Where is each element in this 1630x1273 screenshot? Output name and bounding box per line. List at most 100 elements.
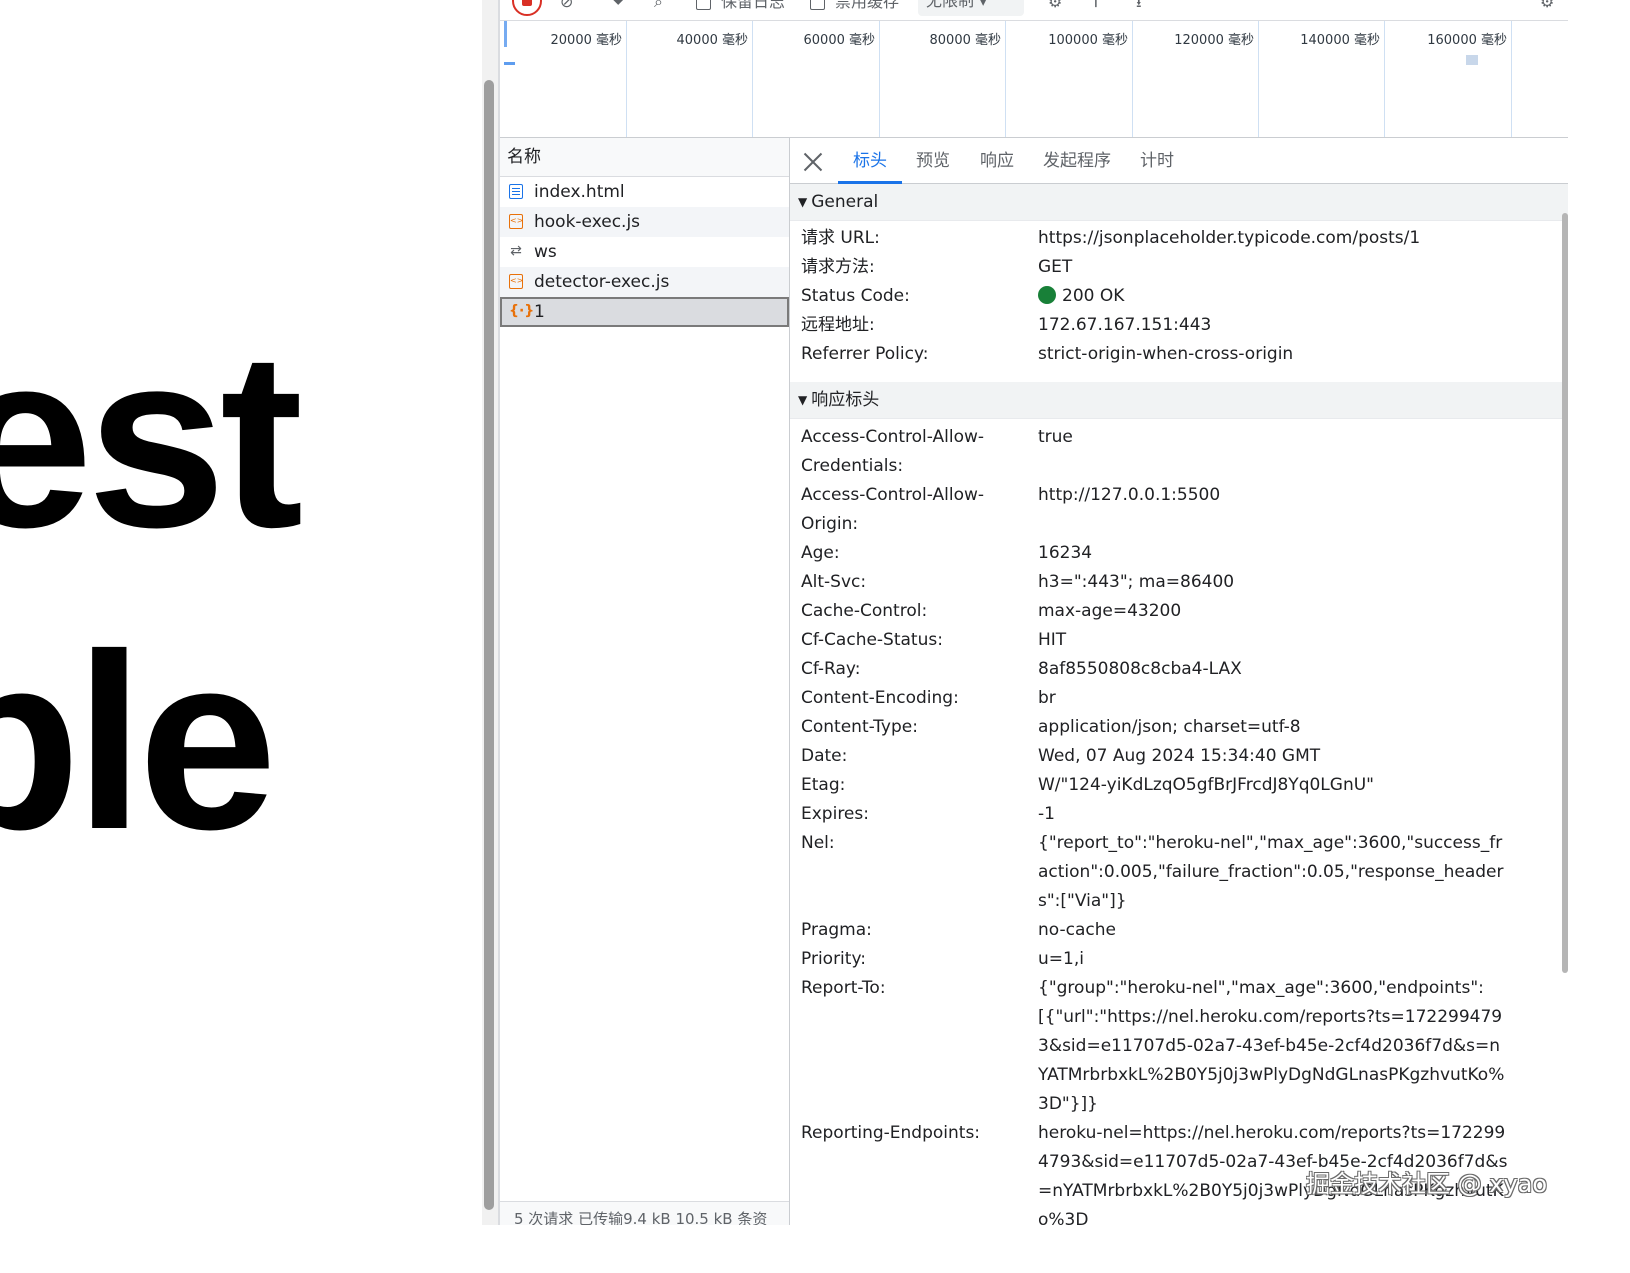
clear-icon[interactable]: ⊘ xyxy=(560,0,573,14)
timeline-tick-label: 100000 毫秒 xyxy=(1048,33,1128,48)
header-row: 远程地址: 172.67.167.151:443 xyxy=(790,311,1568,340)
header-value[interactable]: Wed, 07 Aug 2024 15:34:40 GMT xyxy=(1038,742,1508,771)
header-row: Nel: {"report_to":"heroku-nel","max_age":… xyxy=(790,829,1568,916)
header-row: Cache-Control: max-age=43200 xyxy=(790,597,1568,626)
response-headers-section-title: 响应标头 xyxy=(811,390,880,410)
export-har-icon[interactable]: ⭳ xyxy=(1136,0,1142,14)
column-header-name[interactable]: 名称 xyxy=(500,138,789,177)
header-value[interactable]: {"group":"heroku-nel","max_age":3600,"en… xyxy=(1038,974,1508,1119)
timeline-tick-label: 20000 毫秒 xyxy=(550,33,623,48)
request-row-detector-exec-js[interactable]: <> detector-exec.js xyxy=(500,267,789,297)
header-row: Expires: -1 xyxy=(790,800,1568,829)
tab-response[interactable]: 响应 xyxy=(968,138,1026,183)
header-name: Age: xyxy=(801,543,840,563)
page-scrollbar-thumb[interactable] xyxy=(484,80,494,1210)
network-overview-timeline[interactable]: 20000 毫秒 40000 毫秒 60000 毫秒 80000 毫秒 100000 毫… xyxy=(500,21,1568,138)
page-heading-word-1: est xyxy=(0,300,303,579)
header-name: Access-Control-Allow-Credentials: xyxy=(801,427,985,476)
general-section-body: 请求 URL: https://jsonplaceholder.typicode.… xyxy=(790,221,1568,382)
timeline-tick-label: 120000 毫秒 xyxy=(1174,33,1254,48)
header-name: Report-To: xyxy=(801,978,886,998)
websocket-icon: ⇄ xyxy=(510,243,522,259)
header-value[interactable]: max-age=43200 xyxy=(1038,597,1508,626)
preserve-log-checkbox[interactable]: 保留日志 xyxy=(696,0,785,14)
status-code-text: 200 OK xyxy=(1062,286,1125,306)
tab-headers[interactable]: 标头 xyxy=(838,138,902,184)
tab-initiator[interactable]: 发起程序 xyxy=(1038,138,1116,183)
tab-preview[interactable]: 预览 xyxy=(904,138,962,183)
request-row-ws[interactable]: ⇄ ws xyxy=(500,237,789,267)
checkbox-icon[interactable] xyxy=(696,0,711,10)
header-value[interactable]: {"report_to":"heroku-nel","max_age":3600… xyxy=(1038,829,1508,916)
header-value[interactable]: no-cache xyxy=(1038,916,1508,945)
watermark-text: 掘金技术社区 @ xyao xyxy=(1306,1170,1548,1198)
header-value[interactable]: 8af8550808c8cba4-LAX xyxy=(1038,655,1508,684)
header-name: Content-Encoding: xyxy=(801,688,959,708)
header-value[interactable]: https://jsonplaceholder.typicode.com/pos… xyxy=(1038,224,1508,253)
header-value[interactable]: h3=":443"; ma=86400 xyxy=(1038,568,1508,597)
header-value[interactable]: true xyxy=(1038,423,1508,481)
header-row: Age: 16234 xyxy=(790,539,1568,568)
details-scrollbar-thumb[interactable] xyxy=(1562,213,1568,973)
page-scrollbar[interactable] xyxy=(482,0,498,1225)
request-name: hook-exec.js xyxy=(534,212,641,232)
tab-timing[interactable]: 计时 xyxy=(1128,138,1186,183)
header-name: 远程地址: xyxy=(801,315,875,335)
response-headers-section-header[interactable]: ▼ 响应标头 xyxy=(790,382,1568,419)
timeline-request-bar xyxy=(1466,55,1478,65)
header-name: Reporting-Endpoints: xyxy=(801,1123,981,1143)
request-row-1-selected[interactable]: {·} 1 xyxy=(500,297,789,327)
details-scrollbar[interactable] xyxy=(1560,183,1568,1225)
request-row-hook-exec-js[interactable]: <> hook-exec.js xyxy=(500,207,789,237)
header-row: Access-Control-Allow-Origin: http://127.0… xyxy=(790,481,1568,539)
throttling-value: 无限制 xyxy=(926,0,975,10)
header-value[interactable]: u=1,i xyxy=(1038,945,1508,974)
record-stop-icon[interactable] xyxy=(512,0,542,16)
header-value[interactable]: GET xyxy=(1038,253,1508,282)
header-value[interactable]: -1 xyxy=(1038,800,1508,829)
response-headers-section-body: Access-Control-Allow-Credentials: true Acc… xyxy=(790,419,1568,1225)
timeline-gridline xyxy=(752,21,753,137)
header-value[interactable]: strict-origin-when-cross-origin xyxy=(1038,340,1508,369)
settings-gear-icon[interactable]: ⚙ xyxy=(1540,0,1554,14)
request-details-pane: 标头 预览 响应 发起程序 计时 ▼ General 请求 URL: https:/… xyxy=(790,138,1568,1225)
search-icon[interactable]: ⌕ xyxy=(654,0,663,14)
status-ok-dot-icon xyxy=(1038,286,1056,304)
expand-triangle-icon: ▼ xyxy=(798,393,808,407)
network-summary-status: 5 次请求 已传输9.4 kB 10.5 kB 条资 xyxy=(500,1201,789,1225)
timeline-tick-label: 60000 毫秒 xyxy=(803,33,876,48)
header-name: Date: xyxy=(801,746,848,766)
header-value[interactable]: http://127.0.0.1:5500 xyxy=(1038,481,1508,539)
timeline-request-bar xyxy=(504,62,515,65)
timeline-gridline xyxy=(1384,21,1385,137)
throttling-select[interactable]: 无限制 ▾ xyxy=(918,0,1024,16)
header-row: Etag: W/"124-yiKdLzqO5gfBrJFrcdJ8Yq0LGnU" xyxy=(790,771,1568,800)
network-conditions-icon[interactable]: ⚙ xyxy=(1048,0,1062,14)
header-value[interactable]: W/"124-yiKdLzqO5gfBrJFrcdJ8Yq0LGnU" xyxy=(1038,771,1508,800)
header-value[interactable]: br xyxy=(1038,684,1508,713)
request-row-index-html[interactable]: index.html xyxy=(500,177,789,207)
header-value[interactable]: 172.67.167.151:443 xyxy=(1038,311,1508,340)
request-list: 名称 index.html <> hook-exec.js ⇄ ws <> de… xyxy=(500,138,790,1225)
header-row: 请求方法: GET xyxy=(790,253,1568,282)
request-name: index.html xyxy=(534,182,625,202)
header-row: Alt-Svc: h3=":443"; ma=86400 xyxy=(790,568,1568,597)
header-name: Pragma: xyxy=(801,920,872,940)
header-row: Pragma: no-cache xyxy=(790,916,1568,945)
request-name: detector-exec.js xyxy=(534,272,670,292)
checkbox-icon[interactable] xyxy=(810,0,825,10)
general-section-title: General xyxy=(811,192,879,212)
header-value[interactable]: HIT xyxy=(1038,626,1508,655)
details-tab-bar: 标头 预览 响应 发起程序 计时 xyxy=(790,138,1568,184)
header-value[interactable]: application/json; charset=utf-8 xyxy=(1038,713,1508,742)
disable-cache-checkbox[interactable]: 禁用缓存 xyxy=(810,0,899,14)
expand-triangle-icon: ▼ xyxy=(798,195,808,209)
header-value[interactable]: 16234 xyxy=(1038,539,1508,568)
timeline-tick-label: 160000 毫秒 xyxy=(1427,33,1507,48)
filter-icon[interactable]: ⏷ xyxy=(612,0,625,14)
close-icon[interactable] xyxy=(802,151,824,173)
header-value[interactable]: 200 OK xyxy=(1038,282,1508,311)
general-section-header[interactable]: ▼ General xyxy=(790,184,1568,221)
disable-cache-label: 禁用缓存 xyxy=(835,0,900,11)
import-har-icon[interactable]: ⭡ xyxy=(1092,0,1100,14)
